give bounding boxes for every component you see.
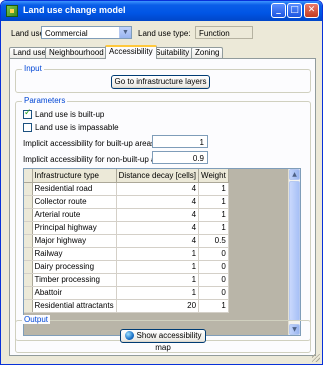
row-header-cell[interactable] [24,221,33,235]
cell-weight[interactable]: 0.5 [198,234,229,248]
column-header-infrastructure-type[interactable]: Infrastructure type [32,169,117,183]
non-built-up-accessibility-label: Implicit accessibility for non-built-up … [23,155,174,164]
table-header-row: Infrastructure type Distance decay [cell… [24,169,229,183]
land-use-type-label: Land use type: [138,29,191,38]
infrastructure-table: Infrastructure type Distance decay [cell… [24,169,229,313]
row-header-cell[interactable] [24,299,33,313]
table-row[interactable]: Timber processing 1 0 [24,273,229,287]
tab-suitability[interactable]: Suitability [151,47,194,58]
cell-infrastructure-type[interactable]: Major highway [32,234,117,248]
row-header-cell[interactable] [24,195,33,209]
output-group-title: Output [22,315,51,324]
cell-weight[interactable]: 1 [198,299,229,313]
row-header-cell[interactable] [24,208,33,222]
built-up-checkbox-label: Land use is built-up [35,110,105,119]
built-up-accessibility-label: Implicit accessibility for built-up area… [23,139,158,148]
scroll-up-icon[interactable]: ▲ [289,169,300,180]
cell-distance-decay[interactable]: 4 [116,182,200,196]
table-row[interactable]: Railway 1 0 [24,247,229,261]
close-button[interactable]: ✕ [304,3,319,18]
cell-weight[interactable]: 1 [198,221,229,235]
table-row[interactable]: Abattoir 1 0 [24,286,229,300]
cell-infrastructure-type[interactable]: Timber processing [32,273,117,287]
tab-zoning[interactable]: Zoning [191,47,224,58]
table-row[interactable]: Residential road 4 1 [24,182,229,196]
grid-vertical-scrollbar[interactable]: ▲ ▼ [288,169,300,335]
cell-weight[interactable]: 0 [198,286,229,300]
non-built-up-accessibility-input[interactable]: 0.9 [152,151,208,164]
row-header-cell[interactable] [24,234,33,248]
main-window: Land use change model _ □ ✕ Land use: Co… [0,0,323,365]
infrastructure-grid: Infrastructure type Distance decay [cell… [23,168,301,336]
land-use-type-value: Function [199,29,230,38]
cell-infrastructure-type[interactable]: Principal highway [32,221,117,235]
impassable-checkbox[interactable] [23,123,32,132]
cell-distance-decay[interactable]: 4 [116,195,200,209]
tab-neighbourhood[interactable]: Neighbourhood [45,47,108,58]
title-bar[interactable]: Land use change model _ □ ✕ [1,1,322,21]
scroll-thumb[interactable] [289,181,300,321]
cell-distance-decay[interactable]: 1 [116,247,200,261]
cell-weight[interactable]: 0 [198,260,229,274]
cell-distance-decay[interactable]: 1 [116,260,200,274]
go-to-infrastructure-button[interactable]: Go to infrastructure layers [111,75,210,89]
cell-distance-decay[interactable]: 1 [116,286,200,300]
tab-land-use[interactable]: Land use [9,47,50,58]
resize-grip-icon[interactable] [312,354,320,362]
table-row[interactable]: Major highway 4 0.5 [24,234,229,248]
row-header-cell[interactable] [24,273,33,287]
column-header-distance-decay[interactable]: Distance decay [cells] [116,169,200,183]
row-header-cell[interactable] [24,260,33,274]
land-use-type-field: Function [195,26,253,39]
cell-weight[interactable]: 0 [198,247,229,261]
built-up-accessibility-input[interactable]: 1 [152,135,208,148]
cell-infrastructure-type[interactable]: Railway [32,247,117,261]
table-row[interactable]: Arterial route 4 1 [24,208,229,222]
table-row[interactable]: Principal highway 4 1 [24,221,229,235]
cell-weight[interactable]: 1 [198,208,229,222]
minimize-button[interactable]: _ [271,3,286,18]
cell-infrastructure-type[interactable]: Dairy processing [32,260,117,274]
row-header-cell[interactable] [24,182,33,196]
corner-cell [24,169,33,183]
cell-infrastructure-type[interactable]: Residential attractants [32,299,117,313]
app-icon [6,5,18,17]
cell-infrastructure-type[interactable]: Residential road [32,182,117,196]
table-row[interactable]: Dairy processing 1 0 [24,260,229,274]
cell-infrastructure-type[interactable]: Arterial route [32,208,117,222]
globe-icon [124,331,134,340]
window-title: Land use change model [23,5,126,15]
cell-distance-decay[interactable]: 20 [116,299,200,313]
tab-accessibility[interactable]: Accessibility [105,45,157,59]
impassable-checkbox-label: Land use is impassable [35,123,119,132]
cell-infrastructure-type[interactable]: Collector route [32,195,117,209]
chevron-down-icon[interactable]: ▼ [119,27,131,38]
show-accessibility-map-button[interactable]: Show accessibility map [120,329,206,352]
cell-infrastructure-type[interactable]: Abattoir [32,286,117,300]
cell-distance-decay[interactable]: 4 [116,234,200,248]
input-group-title: Input [22,64,44,73]
cell-weight[interactable]: 1 [198,182,229,196]
cell-distance-decay[interactable]: 4 [116,221,200,235]
table-row[interactable]: Residential attractants 20 1 [24,299,229,313]
row-header-cell[interactable] [24,286,33,300]
land-use-select[interactable]: Commercial ▼ [41,26,132,39]
built-up-checkbox[interactable] [23,108,32,119]
cell-distance-decay[interactable]: 1 [116,273,200,287]
cell-weight[interactable]: 0 [198,273,229,287]
land-use-value: Commercial [45,29,88,38]
column-header-weight[interactable]: Weight [198,169,229,183]
cell-distance-decay[interactable]: 4 [116,208,200,222]
table-row[interactable]: Collector route 4 1 [24,195,229,209]
parameters-group-title: Parameters [22,96,68,105]
row-header-cell[interactable] [24,247,33,261]
maximize-button[interactable]: □ [287,3,302,18]
cell-weight[interactable]: 1 [198,195,229,209]
